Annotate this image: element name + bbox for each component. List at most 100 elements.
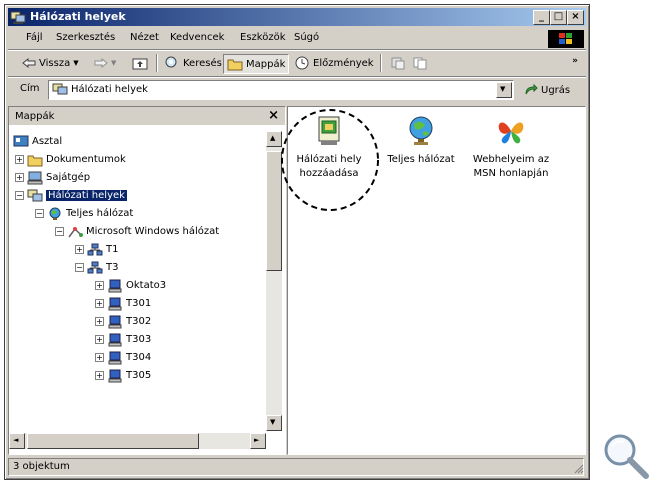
menu-help[interactable]: Súgó	[294, 32, 319, 43]
tree-label: Dokumentumok	[46, 154, 126, 165]
tree-item-microsoft-windows-network[interactable]: − Microsoft Windows hálózat	[55, 223, 219, 240]
explorer-window: Hálózati helyek _ □ × Fájl Szerkesztés N…	[4, 4, 590, 480]
tree-label-selected: Hálózati helyek	[46, 190, 127, 201]
tree-label: T302	[126, 316, 152, 327]
tree-item-t305[interactable]: + T305	[95, 367, 151, 384]
computer-icon	[108, 315, 122, 328]
horizontal-scroll-thumb[interactable]	[27, 433, 199, 449]
move-to-icon	[391, 57, 405, 70]
item-msn-web-sites[interactable]: Webhelyeim az MSN honlapján	[468, 115, 554, 181]
collapse-icon[interactable]: −	[35, 209, 44, 218]
menu-view[interactable]: Nézet	[130, 32, 159, 43]
history-icon	[295, 56, 309, 70]
menu-edit[interactable]: Szerkesztés	[56, 32, 115, 43]
tree-item-t3[interactable]: − T3	[75, 259, 118, 276]
folders-pane: Mappák × Asztal + Dokumentumok + Sajátgé…	[8, 106, 286, 455]
go-label: Ugrás	[541, 84, 571, 96]
network-places-icon	[27, 189, 43, 201]
tree-label: Asztal	[32, 136, 63, 147]
expand-icon[interactable]: +	[15, 173, 24, 182]
menu-file[interactable]: Fájl	[26, 32, 43, 43]
expand-icon[interactable]: +	[75, 245, 84, 254]
back-button[interactable]: Vissza ▼	[22, 54, 79, 72]
up-folder-icon	[132, 58, 148, 70]
address-value: Hálózati helyek	[71, 84, 148, 95]
window-title: Hálózati helyek	[30, 10, 126, 23]
collapse-icon[interactable]: −	[55, 227, 64, 236]
collapse-icon[interactable]: −	[15, 191, 24, 200]
computer-icon	[108, 351, 122, 364]
windows-logo-icon	[548, 30, 584, 48]
content-pane: Hálózati hely hozzáadása Teljes hálózat	[281, 106, 586, 455]
tree-label: T305	[126, 370, 152, 381]
tree-label: T301	[126, 298, 152, 309]
history-label: Előzmények	[313, 57, 374, 69]
tree-item-my-computer[interactable]: + Sajátgép	[15, 169, 90, 186]
folders-pane-title: Mappák	[15, 111, 55, 122]
status-cell: 3 objektum	[8, 458, 584, 476]
scroll-left-button[interactable]: ◄	[9, 433, 25, 449]
tree-item-network-places[interactable]: − Hálózati helyek	[15, 187, 127, 204]
expand-icon[interactable]: +	[95, 299, 104, 308]
folders-icon	[227, 59, 243, 71]
tree-horizontal-scrollbar[interactable]: ◄ ►	[9, 433, 266, 449]
tree-item-documents[interactable]: + Dokumentumok	[15, 151, 126, 168]
copy-to-icon	[413, 57, 427, 70]
go-arrow-icon	[525, 84, 538, 95]
move-to-button[interactable]	[390, 54, 406, 72]
address-dropdown-button[interactable]: ▼	[496, 82, 512, 98]
collapse-icon[interactable]: −	[75, 263, 84, 272]
item-entire-network[interactable]: Teljes hálózat	[378, 115, 464, 167]
expand-icon[interactable]: +	[95, 335, 104, 344]
tree-item-t302[interactable]: + T302	[95, 313, 151, 330]
scroll-down-button[interactable]: ▼	[266, 415, 282, 431]
tree-item-t303[interactable]: + T303	[95, 331, 151, 348]
menu-bar: Fájl Szerkesztés Nézet Kedvencek Eszközö…	[8, 29, 586, 49]
tree-label: T3	[106, 262, 119, 273]
maximize-button[interactable]: □	[550, 10, 567, 25]
network-icon	[68, 226, 83, 237]
address-field[interactable]: Hálózati helyek ▼	[48, 80, 514, 100]
tree-label: Sajátgép	[46, 172, 91, 183]
toolbar-overflow-icon[interactable]: »	[572, 56, 578, 66]
forward-button[interactable]: ▼	[94, 54, 116, 72]
tree-label: T303	[126, 334, 152, 345]
computer-icon	[108, 369, 122, 382]
resize-grip-icon[interactable]	[572, 462, 584, 474]
menu-tools[interactable]: Eszközök	[240, 32, 286, 43]
history-button[interactable]: Előzmények	[294, 54, 374, 72]
chevron-down-icon: ▼	[270, 418, 276, 426]
chevron-right-icon: ►	[254, 436, 260, 444]
computer-icon	[108, 279, 122, 292]
tree-item-t301[interactable]: + T301	[95, 295, 151, 312]
up-folder-button[interactable]	[132, 54, 148, 72]
title-bar[interactable]: Hálózati helyek _ □ ×	[8, 8, 586, 26]
magnifier-icon[interactable]	[600, 432, 652, 480]
item-label-line1: Teljes hálózat	[387, 154, 455, 165]
tree-item-oktato3[interactable]: + Oktato3	[95, 277, 166, 294]
item-label-line1: Webhelyeim az	[472, 154, 550, 165]
folders-pane-header: Mappák ×	[9, 107, 285, 125]
item-label-line2: MSN honlapján	[473, 168, 549, 179]
expand-icon[interactable]: +	[15, 155, 24, 164]
folders-button[interactable]: Mappák	[223, 54, 290, 74]
scroll-right-button[interactable]: ►	[250, 433, 266, 449]
menu-favorites[interactable]: Kedvencek	[170, 32, 224, 43]
tree-item-t304[interactable]: + T304	[95, 349, 151, 366]
copy-to-button[interactable]	[412, 54, 428, 72]
tree-item-desktop[interactable]: Asztal	[13, 133, 62, 150]
tree-item-entire-network[interactable]: − Teljes hálózat	[35, 205, 133, 222]
minimize-button[interactable]: _	[533, 10, 550, 25]
expand-icon[interactable]: +	[95, 371, 104, 380]
tree-label: Teljes hálózat	[66, 208, 134, 219]
expand-icon[interactable]: +	[95, 353, 104, 362]
expand-icon[interactable]: +	[95, 281, 104, 290]
tree-item-t1[interactable]: + T1	[75, 241, 118, 258]
status-text: 3 objektum	[13, 461, 70, 472]
search-button[interactable]: Keresés	[164, 54, 222, 72]
go-button[interactable]: Ugrás	[524, 81, 570, 99]
chevron-down-icon: ▼	[500, 85, 506, 93]
close-button[interactable]: ×	[567, 10, 584, 25]
expand-icon[interactable]: +	[95, 317, 104, 326]
tree-label: T304	[126, 352, 152, 363]
